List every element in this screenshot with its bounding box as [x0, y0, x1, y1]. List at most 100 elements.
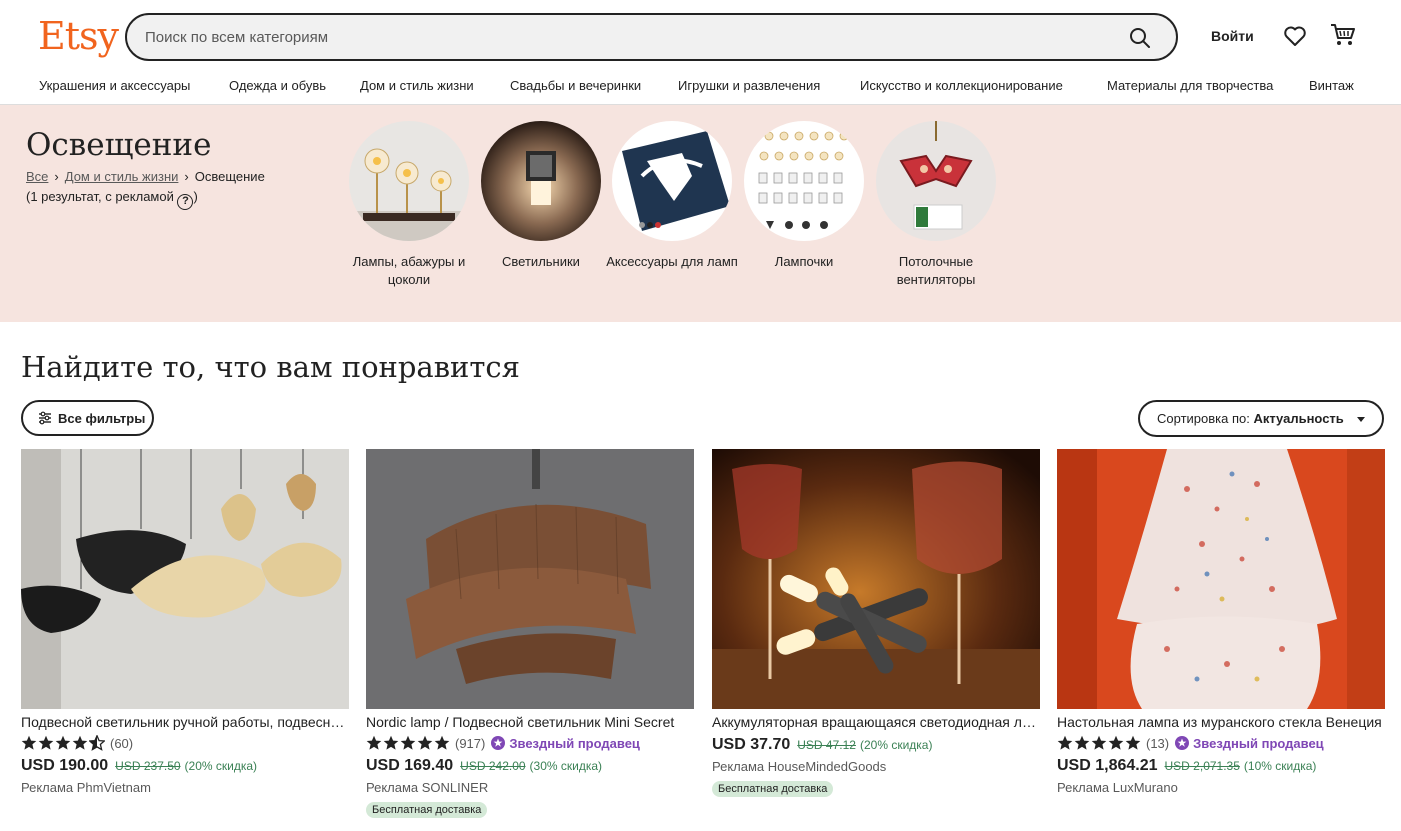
- sort-prefix: Сортировка по:: [1157, 411, 1254, 426]
- nav-item-art[interactable]: Искусство и коллекционирование: [860, 78, 1063, 93]
- ad-seller[interactable]: Реклама PhmVietnam: [21, 780, 349, 795]
- price-row: USD 190.00 USD 237.50 (20% скидка): [21, 757, 349, 775]
- rating-row: (917) Звездный продавец: [366, 733, 694, 753]
- product-title[interactable]: Аккумуляторная вращающаяся светодиодная …: [712, 714, 1040, 730]
- star-full-icon: [55, 735, 71, 750]
- ad-seller[interactable]: Реклама SONLINER: [366, 780, 694, 795]
- product-card[interactable]: Настольная лампа из муранского стекла Ве…: [1057, 449, 1385, 795]
- etsy-logo[interactable]: Etsy: [38, 14, 119, 58]
- star-seller-label: Звездный продавец: [509, 735, 640, 751]
- star-full-icon: [383, 735, 399, 750]
- star-full-icon: [1074, 735, 1090, 750]
- rating-row: (13) Звездный продавец: [1057, 733, 1385, 753]
- price-row: USD 37.70 USD 47.12 (20% скидка): [712, 736, 1040, 754]
- results-text: (1 результат, с рекламой: [26, 189, 174, 204]
- all-filters-button[interactable]: Все фильтры: [21, 400, 154, 436]
- login-button[interactable]: Войти: [1211, 28, 1254, 44]
- star-full-icon: [400, 735, 416, 750]
- price-row: USD 169.40 USD 242.00 (30% скидка): [366, 757, 694, 775]
- star-full-icon: [1125, 735, 1141, 750]
- sort-dropdown[interactable]: Сортировка по: Актуальность: [1138, 400, 1384, 437]
- ad-seller[interactable]: Реклама HouseMindedGoods: [712, 759, 1040, 774]
- subcategory-label[interactable]: Потолочные вентиляторы: [866, 253, 1006, 289]
- section-title: Найдите то, что вам понравится: [21, 350, 520, 384]
- sort-label: Сортировка по: Актуальность: [1157, 411, 1344, 426]
- chevron-right-icon: ›: [54, 169, 59, 184]
- results-close: ): [193, 189, 198, 204]
- nav-item-toys[interactable]: Игрушки и развлечения: [678, 78, 820, 93]
- discount: (20% скидка): [859, 738, 933, 752]
- breadcrumb-current: Освещение: [194, 169, 265, 184]
- product-card[interactable]: Подвесной светильник ручной работы, подв…: [21, 449, 349, 795]
- price-row: USD 1,864.21 USD 2,071.35 (10% скидка): [1057, 757, 1385, 775]
- help-icon[interactable]: ?: [177, 194, 194, 210]
- subcategory-accessories[interactable]: Аксессуары для ламп: [602, 121, 742, 271]
- subcategory-bulbs-image[interactable]: [744, 121, 864, 241]
- subcategory-label[interactable]: Светильники: [471, 253, 611, 271]
- nav-item-clothing[interactable]: Одежда и обувь: [229, 78, 326, 93]
- product-title[interactable]: Nordic lamp / Подвесной светильник Mini …: [366, 714, 694, 730]
- category-nav: Украшения и аксессуары Одежда и обувь До…: [0, 72, 1401, 105]
- nav-item-supplies[interactable]: Материалы для творчества: [1107, 78, 1273, 93]
- subcategory-fixtures[interactable]: Светильники: [471, 121, 611, 271]
- subcategory-ceiling-fans[interactable]: Потолочные вентиляторы: [866, 121, 1006, 289]
- star-full-icon: [1108, 735, 1124, 750]
- subcategory-accessories-image[interactable]: [612, 121, 732, 241]
- star-full-icon: [1057, 735, 1073, 750]
- price: USD 190.00: [21, 757, 109, 774]
- review-count: (917): [455, 735, 486, 751]
- breadcrumb: Все › Дом и стиль жизни › Освещение: [26, 169, 265, 184]
- header: Etsy Поиск по всем категориям Войти: [0, 0, 1401, 72]
- review-count: (13): [1146, 735, 1170, 751]
- nav-item-home[interactable]: Дом и стиль жизни: [360, 78, 474, 93]
- filters-icon: [39, 411, 51, 425]
- chevron-right-icon: ›: [184, 169, 189, 184]
- category-header: Освещение Все › Дом и стиль жизни › Освещени…: [0, 105, 1401, 322]
- breadcrumb-link-home[interactable]: Дом и стиль жизни: [65, 169, 179, 184]
- star-full-icon: [417, 735, 433, 750]
- ad-seller[interactable]: Реклама LuxMurano: [1057, 780, 1385, 795]
- nav-item-weddings[interactable]: Свадьбы и вечеринки: [510, 78, 641, 93]
- product-image[interactable]: [1057, 449, 1385, 709]
- subcategory-label[interactable]: Лампочки: [734, 253, 874, 271]
- heart-icon[interactable]: [1283, 25, 1307, 47]
- star-rating: [1057, 735, 1142, 751]
- breadcrumb-link-all[interactable]: Все: [26, 169, 48, 184]
- star-half-icon: [89, 735, 105, 751]
- page-title: Освещение: [26, 127, 212, 163]
- product-image[interactable]: [366, 449, 694, 709]
- subcategory-lamps-image[interactable]: [349, 121, 469, 241]
- star-full-icon: [72, 735, 88, 750]
- product-card[interactable]: Аккумуляторная вращающаяся светодиодная …: [712, 449, 1040, 797]
- star-seller-icon: [1175, 736, 1190, 750]
- nav-item-jewelry[interactable]: Украшения и аксессуары: [39, 78, 190, 93]
- discount: (20% скидка): [184, 759, 258, 773]
- search-bar[interactable]: Поиск по всем категориям: [125, 13, 1178, 61]
- product-title[interactable]: Настольная лампа из муранского стекла Ве…: [1057, 714, 1385, 730]
- star-seller-badge: Звездный продавец: [1175, 736, 1324, 751]
- subcategory-label[interactable]: Лампы, абажуры и цоколи: [339, 253, 479, 289]
- star-full-icon: [21, 735, 37, 750]
- original-price: USD 237.50: [115, 759, 181, 773]
- product-title[interactable]: Подвесной светильник ручной работы, подв…: [21, 714, 349, 730]
- subcategory-lamps[interactable]: Лампы, абажуры и цоколи: [339, 121, 479, 289]
- price: USD 1,864.21: [1057, 757, 1158, 774]
- product-image[interactable]: [712, 449, 1040, 709]
- search-input[interactable]: Поиск по всем категориям: [145, 29, 328, 46]
- star-rating: [21, 735, 106, 751]
- discount: (30% скидка): [529, 759, 603, 773]
- original-price: USD 242.00: [460, 759, 526, 773]
- cart-icon[interactable]: [1330, 23, 1356, 47]
- original-price: USD 47.12: [797, 738, 856, 752]
- price: USD 169.40: [366, 757, 454, 774]
- product-image[interactable]: [21, 449, 349, 709]
- subcategory-fixtures-image[interactable]: [481, 121, 601, 241]
- subcategory-bulbs[interactable]: Лампочки: [734, 121, 874, 271]
- nav-item-vintage[interactable]: Винтаж: [1309, 78, 1354, 93]
- subcategory-label[interactable]: Аксессуары для ламп: [602, 253, 742, 271]
- star-seller-badge: Звездный продавец: [491, 736, 640, 751]
- product-card[interactable]: Nordic lamp / Подвесной светильник Mini …: [366, 449, 694, 818]
- search-icon[interactable]: [1128, 26, 1152, 50]
- star-full-icon: [366, 735, 382, 750]
- subcategory-ceiling-fans-image[interactable]: [876, 121, 996, 241]
